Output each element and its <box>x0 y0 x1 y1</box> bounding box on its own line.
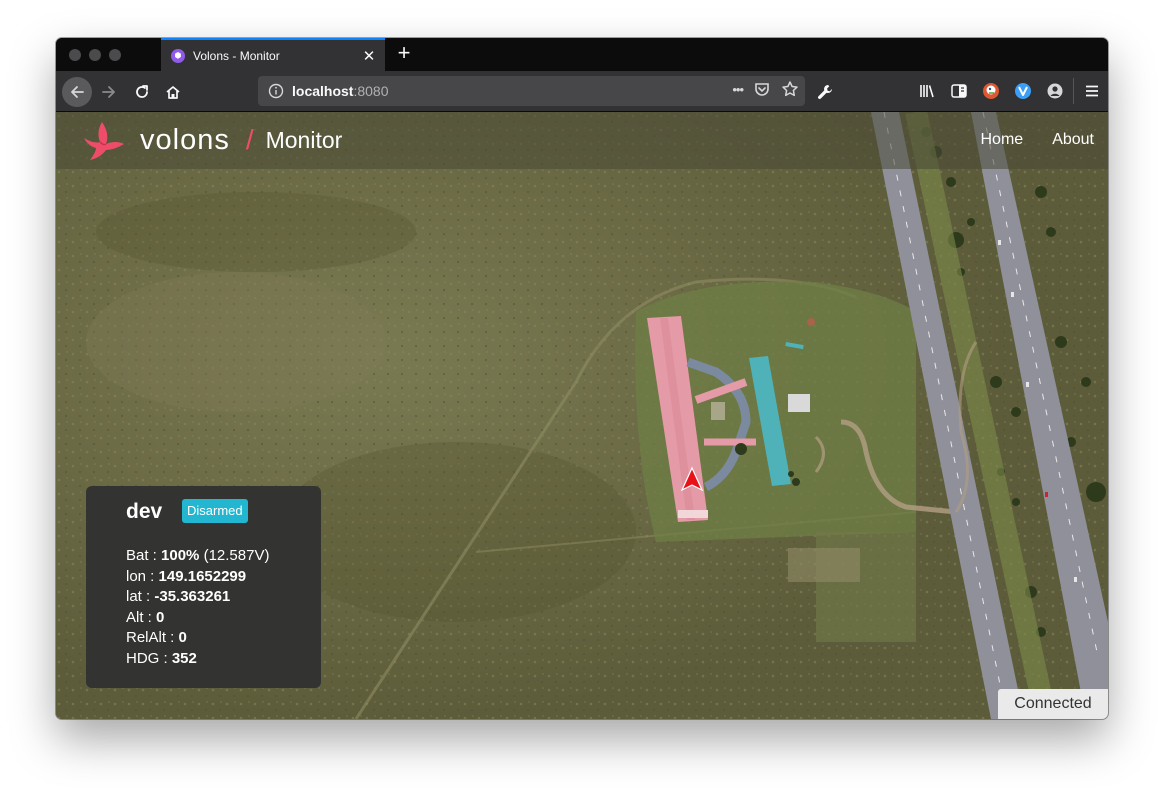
heading-value: 352 <box>171 649 197 667</box>
url-bar[interactable]: localhost:8080 ••• <box>258 76 805 106</box>
navigation-toolbar: localhost:8080 ••• <box>56 71 1108 112</box>
bookmark-star-icon[interactable] <box>781 80 799 98</box>
home-button[interactable] <box>158 77 188 107</box>
favicon-icon: ⬢ <box>171 48 185 63</box>
brand-subtitle: Monitor <box>265 126 343 153</box>
browser-window: ⬢ Volons - Monitor ✕ + localhost:8080 ••… <box>56 38 1108 719</box>
battery-row: Bat : 100% (12.587V) <box>126 547 270 564</box>
tab-bar: ⬢ Volons - Monitor ✕ + <box>56 38 1108 71</box>
reload-button[interactable] <box>127 77 157 107</box>
brand-separator: / <box>245 124 254 155</box>
url-port: :8080 <box>353 83 389 99</box>
account-icon[interactable] <box>1039 71 1071 111</box>
site-info-icon[interactable] <box>268 83 284 99</box>
new-tab-button[interactable]: + <box>392 42 416 66</box>
reload-icon <box>136 85 148 98</box>
drone-stats: Bat : 100% (12.587V) lon : 149.1652299 l… <box>126 546 269 669</box>
relative-altitude-row: RelAlt : 0 <box>126 629 187 646</box>
tab-title: Volons - Monitor <box>193 48 280 63</box>
close-window-button[interactable] <box>69 49 81 61</box>
pocket-icon[interactable] <box>753 80 771 98</box>
altitude-row: Alt : 0 <box>126 608 165 626</box>
armed-status-badge: Disarmed <box>182 499 248 523</box>
altitude-value: 0 <box>156 608 165 626</box>
toolbar-icons <box>911 71 1108 111</box>
nav-about-link[interactable]: About <box>1052 131 1094 149</box>
vue-devtools-extension-icon[interactable] <box>1007 71 1039 111</box>
minimize-window-button[interactable] <box>89 49 101 61</box>
url-text[interactable]: localhost:8080 <box>292 83 389 99</box>
forward-arrow-icon <box>102 86 115 98</box>
url-actions: ••• <box>732 80 799 98</box>
tab-close-icon[interactable]: ✕ <box>357 47 381 65</box>
forward-button[interactable] <box>94 77 124 107</box>
heading-row: HDG : 352 <box>126 649 197 667</box>
page-actions-icon[interactable]: ••• <box>732 82 744 97</box>
volons-bird-logo-icon <box>84 122 124 160</box>
app-nav: Home About <box>981 131 1095 149</box>
library-icon[interactable] <box>911 71 943 111</box>
app-header: volons / Monitor Home About <box>56 112 1108 169</box>
brand-name: volons <box>140 123 230 156</box>
tab-volons-monitor[interactable]: ⬢ Volons - Monitor ✕ <box>161 38 385 71</box>
sidebar-icon[interactable] <box>943 71 975 111</box>
drone-info-panel: dev Disarmed Bat : 100% (12.587V) lon : … <box>86 486 321 688</box>
zoom-window-button[interactable] <box>109 49 121 61</box>
connection-status: Connected <box>998 689 1108 719</box>
brand-logo-link[interactable]: volons / Monitor <box>80 118 342 162</box>
back-arrow-icon <box>71 86 84 98</box>
battery-percent: 100% <box>161 547 200 564</box>
longitude-row: lon : 149.1652299 <box>126 567 247 585</box>
latitude-row: lat : -35.363261 <box>126 588 231 605</box>
page-content: volons / Monitor Home About dev Disarmed… <box>56 112 1108 719</box>
duckduckgo-extension-icon[interactable] <box>975 71 1007 111</box>
relative-altitude-value: 0 <box>178 629 187 646</box>
home-icon <box>166 86 180 99</box>
latitude-value: -35.363261 <box>154 588 231 605</box>
toolbar-separator <box>1073 78 1074 104</box>
hamburger-menu-icon[interactable] <box>1076 71 1108 111</box>
longitude-value: 149.1652299 <box>158 567 247 585</box>
developer-tools-button[interactable] <box>810 77 840 107</box>
nav-home-link[interactable]: Home <box>981 131 1024 149</box>
drone-name: dev <box>126 500 163 523</box>
wrench-icon <box>818 85 832 99</box>
back-button[interactable] <box>62 77 92 107</box>
battery-voltage: (12.587V) <box>199 547 270 564</box>
url-host: localhost <box>292 83 354 99</box>
